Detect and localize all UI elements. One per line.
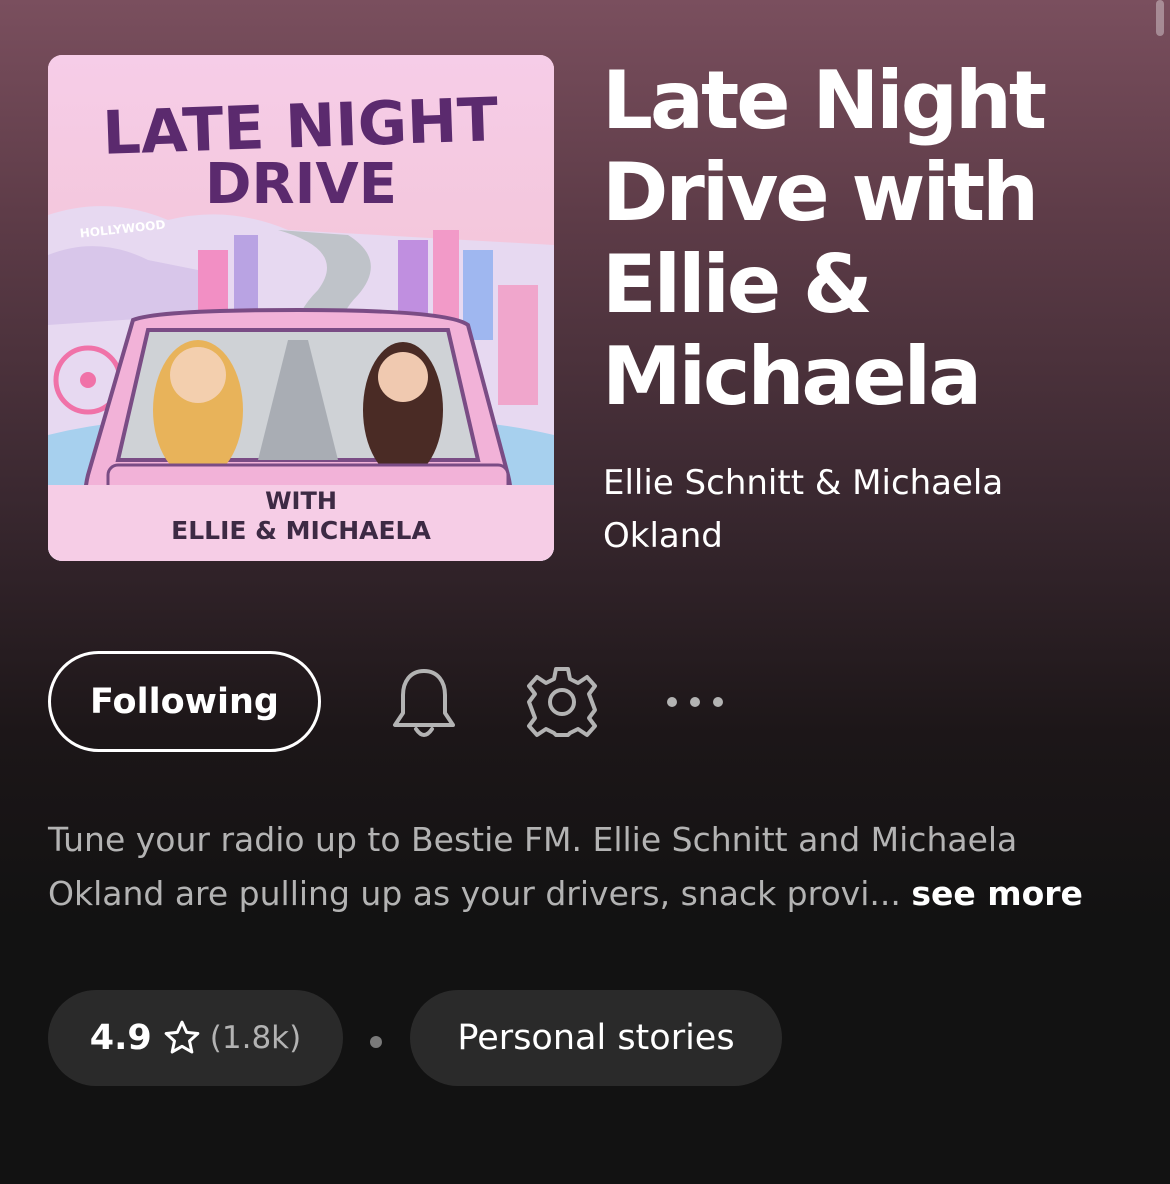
category-chip[interactable]: Personal stories [410, 990, 782, 1086]
podcast-title: Late Night Drive with Ellie & Michaela [602, 54, 1047, 423]
rating-chip[interactable]: 4.9 (1.8k) [48, 990, 343, 1086]
cover-title-line2: DRIVE [205, 152, 397, 217]
star-outline-icon [162, 1018, 202, 1058]
podcast-authors[interactable]: Ellie Schnitt & Michaela Okland [603, 457, 1073, 563]
podcast-cover-art: LATE NIGHT DRIVE HOLLYWOOD WITH ELLIE & … [48, 55, 554, 561]
rating-value: 4.9 [89, 1018, 152, 1058]
podcast-description: Tune your radio up to Bestie FM. Ellie S… [48, 813, 1138, 921]
scrollbar-thumb[interactable] [1156, 0, 1164, 36]
separator-dot [370, 1036, 382, 1048]
rating-count: (1.8k) [209, 1020, 302, 1056]
see-more-link[interactable]: see more [911, 874, 1083, 913]
bell-icon[interactable] [388, 664, 460, 744]
gear-icon[interactable] [524, 664, 600, 740]
more-options-icon[interactable] [660, 690, 730, 714]
description-text: Tune your radio up to Bestie FM. Ellie S… [48, 820, 1018, 913]
cover-footer-line1: WITH [265, 487, 337, 515]
following-button[interactable]: Following [48, 651, 321, 752]
cover-footer-line2: ELLIE & MICHAELA [171, 516, 431, 545]
